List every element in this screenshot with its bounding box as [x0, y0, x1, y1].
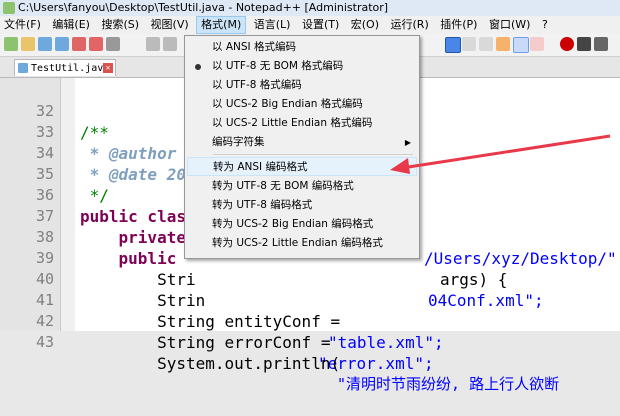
doc-map-icon[interactable]: [513, 37, 529, 53]
menu-item-encode-utf8[interactable]: 以 UTF-8 格式编码: [187, 76, 417, 95]
window-title: C:\Users\fanyou\Desktop\TestUtil.java - …: [18, 1, 389, 14]
menu-format[interactable]: 格式(M): [196, 16, 247, 34]
play-macro-icon[interactable]: [594, 37, 608, 51]
save-icon[interactable]: [38, 37, 52, 51]
menu-item-label: 转为 ANSI 编码格式: [213, 161, 308, 173]
cut-icon[interactable]: [146, 37, 160, 51]
title-bar: C:\Users\fanyou\Desktop\TestUtil.java - …: [0, 0, 620, 16]
menu-window[interactable]: 窗口(W): [485, 16, 534, 34]
menu-item-label: 以 UCS-2 Little Endian 格式编码: [212, 117, 373, 129]
tab-label: TestUtil.java: [31, 63, 110, 74]
close-all-icon[interactable]: [89, 37, 103, 51]
close-file-icon[interactable]: [72, 37, 86, 51]
radio-selected-icon: [195, 64, 201, 70]
code-text: System.out.println(: [80, 354, 341, 373]
menu-item-label: 转为 UTF-8 无 BOM 编码格式: [212, 180, 354, 192]
annotation-arrow: [390, 134, 611, 174]
menu-item-convert-utf8-nobom[interactable]: 转为 UTF-8 无 BOM 编码格式: [187, 177, 417, 196]
function-list-icon[interactable]: [530, 37, 544, 51]
file-saved-icon: [18, 63, 28, 73]
menu-item-encode-utf8-nobom[interactable]: 以 UTF-8 无 BOM 格式编码: [187, 57, 417, 76]
code-fragment: "table.xml";: [328, 333, 444, 352]
menu-settings[interactable]: 设置(T): [298, 16, 343, 34]
menu-item-encode-ucs2-be[interactable]: 以 UCS-2 Big Endian 格式编码: [187, 95, 417, 114]
menu-item-label: 转为 UCS-2 Little Endian 编码格式: [212, 237, 383, 249]
menu-macro[interactable]: 宏(O): [347, 16, 383, 34]
line-number: 43: [35, 333, 54, 351]
menu-item-encode-ansi[interactable]: 以 ANSI 格式编码: [187, 38, 417, 57]
copy-icon[interactable]: [163, 37, 177, 51]
menu-edit[interactable]: 编辑(E): [48, 16, 94, 34]
stop-macro-icon[interactable]: [577, 37, 591, 51]
record-macro-icon[interactable]: [560, 37, 574, 51]
arrow-shaft: [401, 134, 611, 170]
word-wrap-icon[interactable]: [445, 37, 461, 53]
notepad-plus-plus-icon: [3, 2, 15, 14]
menu-item-convert-ucs2-be[interactable]: 转为 UCS-2 Big Endian 编码格式: [187, 215, 417, 234]
open-file-icon[interactable]: [21, 37, 35, 51]
menu-search[interactable]: 搜索(S): [97, 16, 143, 34]
lang-icon[interactable]: [496, 37, 510, 51]
menu-item-label: 以 ANSI 格式编码: [212, 41, 296, 53]
code-text: String errorConf =: [80, 333, 341, 352]
menu-item-label: 以 UTF-8 无 BOM 格式编码: [212, 60, 344, 72]
new-file-icon[interactable]: [4, 37, 18, 51]
menu-bar: 文件(F) 编辑(E) 搜索(S) 视图(V) 格式(M) 语言(L) 设置(T…: [0, 16, 620, 34]
menu-run[interactable]: 运行(R): [387, 16, 433, 34]
code-line: 42 String errorConf = "error.xml";: [0, 290, 620, 373]
menu-item-convert-utf8[interactable]: 转为 UTF-8 编码格式: [187, 196, 417, 215]
menu-help[interactable]: ?: [538, 16, 552, 34]
indent-guide-icon[interactable]: [479, 37, 493, 51]
code-fragment: "清明时节雨纷纷, 路上行人欲断: [337, 375, 560, 393]
print-icon[interactable]: [106, 37, 120, 51]
menu-plugins[interactable]: 插件(P): [436, 16, 481, 34]
menu-item-label: 以 UTF-8 格式编码: [212, 79, 302, 91]
save-all-icon[interactable]: [55, 37, 69, 51]
code-line: 43 System.out.println( "清明时节雨纷纷, 路上行人欲断: [0, 311, 620, 393]
arrow-head: [390, 158, 410, 174]
menu-item-label: 转为 UCS-2 Big Endian 编码格式: [212, 218, 374, 230]
menu-item-convert-ucs2-le[interactable]: 转为 UCS-2 Little Endian 编码格式: [187, 234, 417, 253]
code-line: 41 String entityConf = "table.xml";: [0, 269, 620, 352]
menu-item-label: 转为 UTF-8 编码格式: [212, 199, 313, 211]
menu-file[interactable]: 文件(F): [0, 16, 45, 34]
tab-testutil[interactable]: TestUtil.java ✕: [14, 59, 116, 76]
menu-view[interactable]: 视图(V): [147, 16, 193, 34]
menu-language[interactable]: 语言(L): [250, 16, 295, 34]
menu-item-label: 以 UCS-2 Big Endian 格式编码: [212, 98, 363, 110]
menu-item-label: 编码字符集: [212, 136, 265, 148]
close-icon[interactable]: ✕: [103, 63, 113, 73]
show-all-chars-icon[interactable]: [462, 37, 476, 51]
